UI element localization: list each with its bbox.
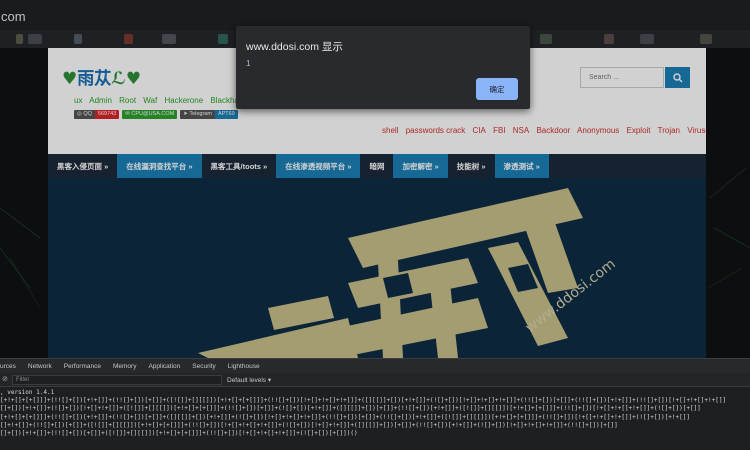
telegram-icon: ➤ Telegram [180,110,215,119]
log-levels-dropdown[interactable]: Default levels ▾ [227,376,271,384]
email-badge[interactable]: ✉ CPU@USA.COM [122,110,178,119]
tagline-word: ux [74,96,83,105]
contact-badges: ◎ QQ 569743 ✉ CPU@USA.COM ➤ Telegram APT… [74,110,238,119]
email-value: ✉ CPU@USA.COM [122,110,178,119]
decor-lines [0,207,41,309]
nav-item[interactable]: 黑客工具/toots » [202,154,277,178]
console-line: [+!+[]+[+[]]]+(!![]+[])[+!+[]]+(!![]+[])… [0,413,690,421]
background-right [706,48,750,358]
site-logo[interactable]: ♥雨苁ℒ♥ [62,64,141,89]
tag-link[interactable]: Backdoor [536,126,570,135]
nav-item[interactable]: 在线漏洞查找平台 » [117,154,202,178]
clear-console-icon[interactable]: ⊘ [2,375,8,383]
console-output: , version 1.4.1 [+!+[]+[+[]]]+(!![]+[])[… [0,387,750,450]
leaf-icon: ♥ [62,69,78,89]
devtools-tab[interactable]: Network [28,363,52,370]
nav-item[interactable]: 渗透测试 » [494,154,549,178]
devtools-tab[interactable]: Memory [113,363,136,370]
console-line: []+[])[+!+[]]+(![]+[])[!+[]+!+[]]+([![]]… [0,405,701,413]
console-toolbar: ⊘ Filter Default levels ▾ [0,373,750,387]
devtools-tab[interactable]: Lighthouse [228,363,260,370]
tag-link[interactable]: FBI [493,126,505,135]
console-line: []+[])[+!+[]]+(!![]+[])[+[]]+([![]]+[][[… [0,430,358,438]
console-line: [+!+[]+[+[]]]+(!![]+[])[+!+[]]+(!![]+[])… [0,397,727,405]
tagline-word: Waf [143,96,158,105]
alert-dialog: www.ddosi.com 显示 1 确定 [236,26,530,109]
search-icon [672,72,683,83]
tag-link[interactable]: Viruses Wo [687,126,706,135]
tag-link[interactable]: passwords crack [406,126,466,135]
devtools-tab[interactable]: Performance [64,363,101,370]
tagline-word: Admin [89,96,112,105]
tag-link[interactable]: Trojan [658,126,680,135]
dialog-message: 1 [246,59,251,68]
devtools-tab[interactable]: Application [148,363,180,370]
nav-item[interactable]: 在线渗透视频平台 » [276,154,361,178]
console-version-line: , version 1.4.1 [0,389,55,396]
main-nav: 黑客入侵页面 » 在线漏洞查找平台 » 黑客工具/toots » 在线渗透视频平… [48,154,706,178]
nav-item[interactable]: 加密解密 » [393,154,448,178]
ok-button[interactable]: 确定 [476,78,518,100]
tag-link[interactable]: Anonymous [577,126,619,135]
qq-badge[interactable]: ◎ QQ 569743 [74,110,120,119]
nav-item[interactable]: 暗网 [360,154,393,178]
console-line: []+!+[]]+(!![]+[])[+[]]+([![]]+[][[]])[+… [0,421,618,429]
devtools-tabbar: urces Network Performance Memory Applica… [0,358,750,373]
telegram-badge[interactable]: ➤ Telegram APT69 [180,110,238,119]
logo-suffix: ℒ [111,69,126,89]
leaf-icon: ♥ [125,69,142,89]
tag-link[interactable]: NSA [513,126,529,135]
tagline: ux Admin Root Waf Hackerone Blackhat or [74,96,260,105]
tag-link[interactable]: shell [382,126,398,135]
devtools-tab[interactable]: Security [192,363,215,370]
search-input[interactable]: Search ... [580,67,664,88]
dialog-title: www.ddosi.com 显示 [246,41,343,53]
screenshot-root: com ♥雨苁ℒ♥ ux Admin Root Waf Hackerone Bl… [0,0,750,450]
url-text: com [1,9,26,24]
nav-item[interactable]: 黑客入侵页面 » [48,154,117,178]
tagline-word: Hackerone [164,96,204,105]
qq-value: 569743 [94,110,120,119]
search-button[interactable] [665,67,690,88]
nav-item[interactable]: 技能树 » [448,154,495,178]
hero-banner: www.ddosi.com [48,178,706,358]
tagline-word: Root [119,96,137,105]
tag-link[interactable]: CIA [473,126,486,135]
background-left [0,48,48,358]
filter-input[interactable]: Filter [12,375,222,385]
telegram-value: APT69 [214,110,238,119]
tag-link[interactable]: Exploit [627,126,651,135]
tag-links: shell passwords crack CIA FBI NSA Backdo… [382,126,706,135]
decor-lines [707,167,750,289]
devtools-tab[interactable]: urces [0,363,16,370]
logo-text: 雨苁 [77,69,112,89]
qq-icon: ◎ QQ [74,110,95,119]
